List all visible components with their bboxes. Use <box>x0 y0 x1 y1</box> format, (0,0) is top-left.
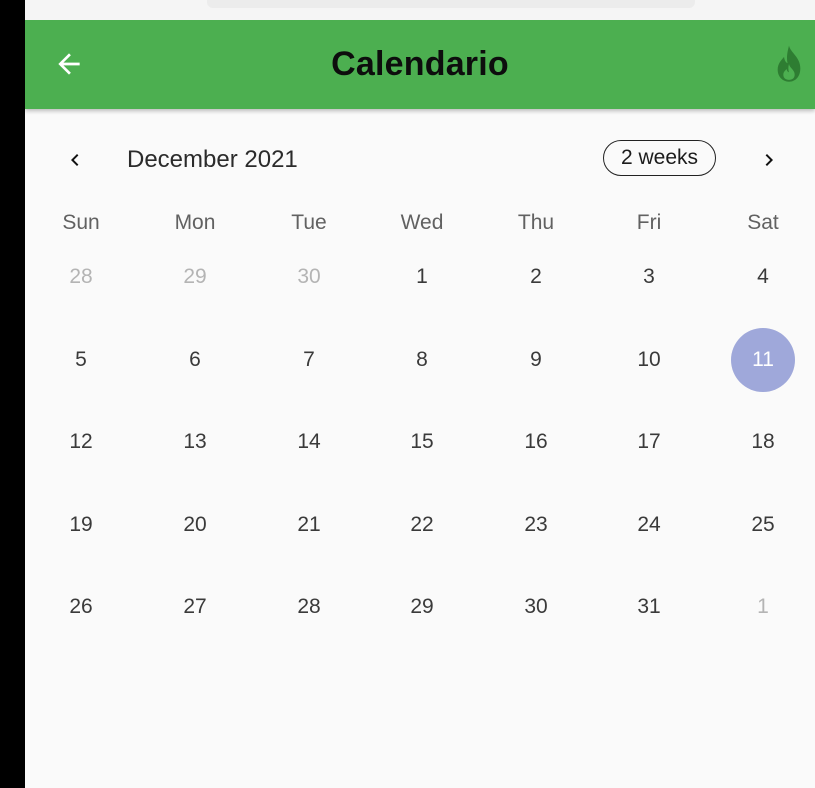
day-cell[interactable]: 17 <box>617 410 681 474</box>
day-cell[interactable]: 7 <box>277 328 341 392</box>
day-cell[interactable]: 25 <box>731 493 795 557</box>
day-cell[interactable]: 6 <box>163 328 227 392</box>
day-cell[interactable]: 14 <box>277 410 341 474</box>
day-cell[interactable]: 18 <box>731 410 795 474</box>
day-cell[interactable]: 5 <box>49 328 113 392</box>
day-cell[interactable]: 31 <box>617 575 681 639</box>
day-cell[interactable]: 15 <box>390 410 454 474</box>
day-cell[interactable]: 23 <box>504 493 568 557</box>
day-cell[interactable]: 1 <box>390 245 454 309</box>
day-cell[interactable]: 3 <box>617 245 681 309</box>
day-cell[interactable]: 26 <box>49 575 113 639</box>
day-cell[interactable]: 24 <box>617 493 681 557</box>
day-cell[interactable]: 4 <box>731 245 795 309</box>
day-cell[interactable]: 2 <box>504 245 568 309</box>
day-cell[interactable]: 16 <box>504 410 568 474</box>
day-cell[interactable]: 13 <box>163 410 227 474</box>
day-cell[interactable]: 30 <box>277 245 341 309</box>
day-cell[interactable]: 27 <box>163 575 227 639</box>
day-cell[interactable]: 29 <box>390 575 454 639</box>
day-cell[interactable]: 29 <box>163 245 227 309</box>
day-cell[interactable]: 9 <box>504 328 568 392</box>
status-pill <box>207 0 695 8</box>
calendar-screen: Calendario December 2021 2 weeks Sun Mon T… <box>25 20 815 788</box>
day-cell[interactable]: 28 <box>277 575 341 639</box>
day-cell[interactable]: 28 <box>49 245 113 309</box>
day-cell[interactable]: 22 <box>390 493 454 557</box>
status-strip <box>25 0 815 20</box>
day-cell[interactable]: 30 <box>504 575 568 639</box>
day-cell[interactable]: 12 <box>49 410 113 474</box>
day-cell[interactable]: 21 <box>277 493 341 557</box>
day-cell-today[interactable]: 11 <box>731 328 795 392</box>
day-cell[interactable]: 20 <box>163 493 227 557</box>
day-cell[interactable]: 10 <box>617 328 681 392</box>
day-cell[interactable]: 19 <box>49 493 113 557</box>
day-cell[interactable]: 1 <box>731 575 795 639</box>
calendar-grid: 28 29 30 1 2 3 4 5 6 7 8 9 10 11 12 13 14 15 16 17 18 19 20 21 2… <box>25 20 815 788</box>
day-cell[interactable]: 8 <box>390 328 454 392</box>
